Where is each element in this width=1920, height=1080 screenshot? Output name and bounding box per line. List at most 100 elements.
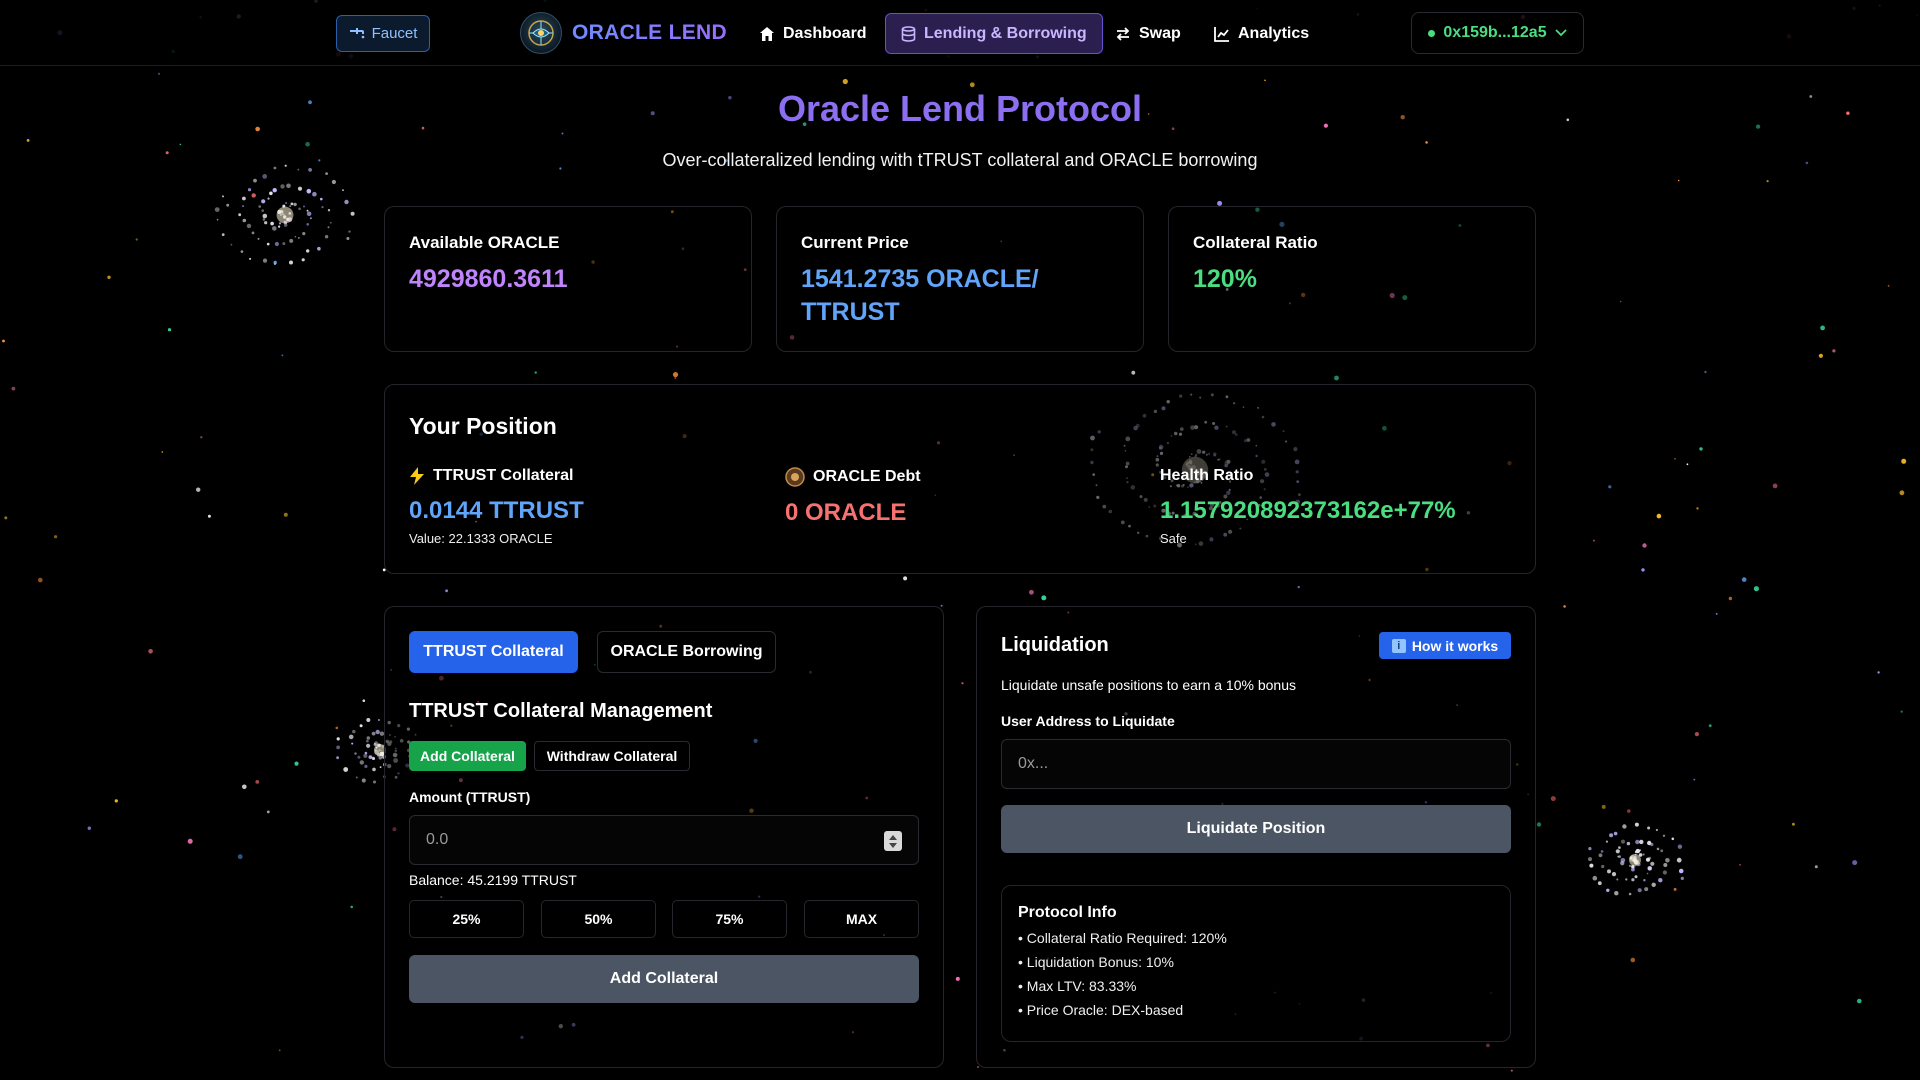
galaxy-star [270, 221, 274, 226]
galaxy-star [1642, 853, 1645, 856]
galaxy-star [1658, 878, 1663, 883]
star-dot [161, 451, 164, 453]
star-dot [1608, 485, 1612, 489]
galaxy-star [344, 199, 349, 205]
how-it-works-button[interactable]: i How it works [1379, 632, 1511, 659]
galaxy-star [294, 235, 297, 238]
faucet-label: Faucet [371, 25, 418, 42]
star-dot [1715, 612, 1718, 615]
galaxy-core [276, 206, 294, 224]
galaxy-star [379, 766, 382, 768]
galaxy-star [1634, 822, 1639, 827]
galaxy-star [1662, 834, 1666, 837]
galaxy-star [242, 205, 245, 208]
galaxy-star [303, 205, 305, 208]
galaxy-star [1598, 853, 1603, 858]
liquidate-address-input[interactable]: 0x... [1001, 739, 1511, 789]
oracle-logo-icon [520, 12, 562, 54]
galaxy-star [366, 739, 369, 743]
galaxy-star [274, 241, 279, 247]
star-dot [54, 535, 58, 539]
galaxy-star [1646, 872, 1649, 875]
galaxy-star [1631, 878, 1635, 882]
stat-value: 1541.2735 ORACLE/ TTRUST [801, 265, 1039, 326]
galaxy-star [1680, 876, 1684, 881]
galaxy-star [1671, 837, 1675, 841]
galaxy-star [297, 186, 303, 191]
galaxy-star [1634, 850, 1638, 854]
galaxy-star [320, 197, 323, 201]
galaxy-star [342, 189, 344, 192]
liquidate-position-button[interactable]: Liquidate Position [1001, 805, 1511, 853]
faucet-button[interactable]: Faucet [336, 15, 430, 52]
number-stepper-icon[interactable] [884, 831, 902, 851]
pct-25-button[interactable]: 25% [409, 900, 524, 938]
pct-max-button[interactable]: MAX [804, 900, 919, 938]
nav-dashboard[interactable]: Dashboard [744, 13, 882, 54]
galaxy-star [293, 202, 297, 207]
galaxy-star [364, 764, 368, 769]
stat-value: 4929860.3611 [409, 265, 568, 293]
tab-oracle-borrowing[interactable]: ORACLE Borrowing [597, 631, 776, 673]
star-dot [1264, 79, 1266, 82]
galaxy-star [1665, 858, 1670, 863]
brand-logo[interactable]: ORACLE LEND [520, 12, 727, 54]
nav-dashboard-label: Dashboard [783, 24, 867, 42]
galaxy-star [222, 195, 224, 198]
star-dot [1857, 998, 1862, 1004]
chevron-down-icon [1554, 29, 1567, 37]
galaxy-star [306, 249, 310, 253]
top-navigation: Faucet ORACLE LEND Dashboard Lending & B… [0, 0, 1920, 66]
tab-ttrust-collateral[interactable]: TTRUST Collateral [409, 631, 578, 673]
position-card: Your Position TTRUST Collateral 0.0144 T… [384, 384, 1536, 574]
galaxy-star [348, 230, 351, 233]
galaxy-star [301, 258, 305, 262]
star-dot [1753, 586, 1759, 592]
pct-50-button[interactable]: 50% [541, 900, 656, 938]
pct-75-button[interactable]: 75% [672, 900, 787, 938]
nav-analytics[interactable]: Analytics [1199, 13, 1324, 54]
stat-label: Available ORACLE [409, 233, 560, 252]
galaxy-star [240, 250, 244, 253]
swap-icon [1116, 26, 1130, 41]
star-dot [1677, 179, 1680, 182]
star-dot [1820, 325, 1825, 331]
galaxy-star [1635, 839, 1640, 845]
health-value: 1.157920892373162e+77% [1160, 497, 1456, 524]
wallet-address: 0x159b...12a5 [1443, 24, 1547, 41]
star-dot [1536, 822, 1542, 827]
star-dot [1708, 724, 1712, 728]
withdraw-collateral-tab[interactable]: Withdraw Collateral [534, 741, 690, 771]
protocol-info-line: • Liquidation Bonus: 10% [1018, 954, 1174, 970]
liquidation-title: Liquidation [1001, 634, 1109, 656]
galaxy-star [1662, 870, 1667, 875]
star-dot [251, 193, 256, 198]
nav-lending-borrowing[interactable]: Lending & Borrowing [885, 13, 1103, 54]
galaxy-star [1606, 888, 1610, 892]
star-dot [1694, 732, 1699, 737]
galaxy-star [290, 202, 294, 206]
galaxy-star [262, 213, 268, 219]
galaxy-star [327, 226, 330, 229]
galaxy-star [302, 232, 306, 236]
star-dot [1818, 353, 1823, 358]
liquidation-description: Liquidate unsafe positions to earn a 10%… [1001, 677, 1296, 693]
nav-swap[interactable]: Swap [1100, 13, 1196, 54]
add-collateral-submit-button[interactable]: Add Collateral [409, 955, 919, 1003]
galaxy-star [1676, 857, 1682, 863]
star-dot [445, 589, 448, 593]
amount-input[interactable]: 0.0 [409, 815, 919, 865]
star-dot [87, 826, 92, 830]
add-collateral-tab[interactable]: Add Collateral [409, 741, 526, 771]
stat-value: 120% [1193, 265, 1257, 293]
star-dot [1627, 809, 1631, 813]
star-dot [1693, 778, 1696, 781]
galaxy-star [377, 719, 380, 721]
galaxy-star [331, 179, 336, 185]
galaxy-star [272, 188, 277, 193]
galaxy-star [372, 767, 376, 772]
protocol-info-title: Protocol Info [1018, 904, 1117, 921]
galaxy-star [1605, 840, 1608, 843]
protocol-info-line: • Max LTV: 83.33% [1018, 978, 1137, 994]
wallet-button[interactable]: 0x159b...12a5 [1411, 12, 1584, 54]
